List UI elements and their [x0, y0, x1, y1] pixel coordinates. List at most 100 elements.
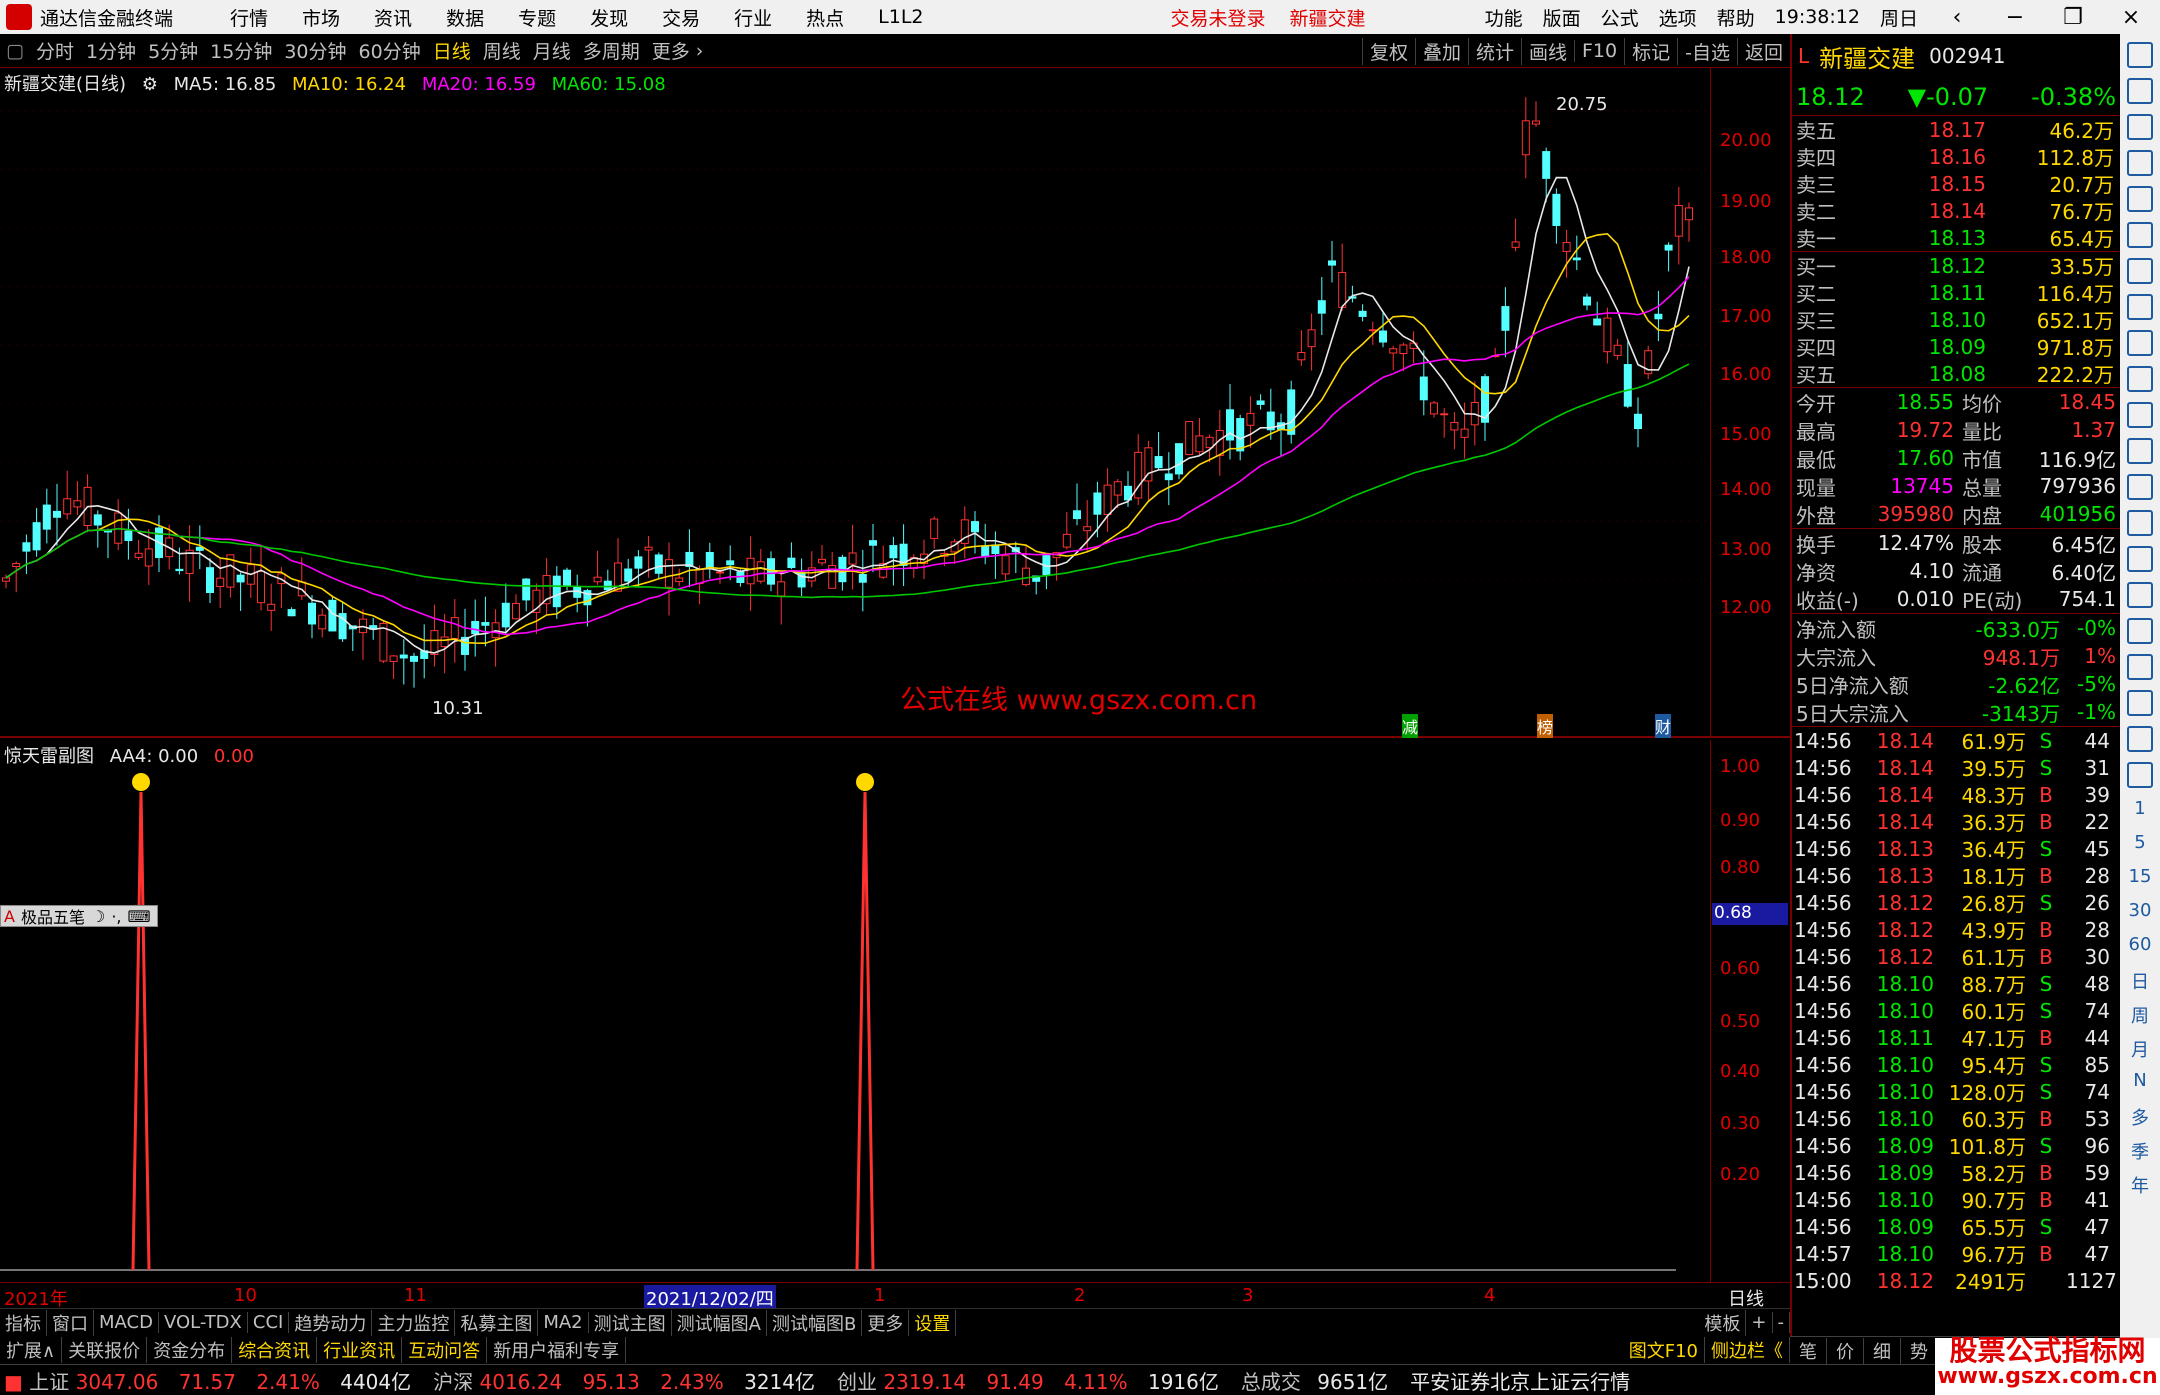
period-tab-daily[interactable]: 日线: [433, 37, 471, 64]
strip-week[interactable]: 周: [2120, 1002, 2160, 1036]
tab-ticks[interactable]: 笔: [1790, 1337, 1827, 1364]
keyboard-icon[interactable]: ⌨: [124, 907, 153, 926]
tab-window[interactable]: 窗口: [47, 1309, 94, 1336]
tick-row[interactable]: 14:56 18.12 26.8万 S 26: [1792, 889, 2120, 917]
move-icon[interactable]: [2127, 654, 2153, 680]
period-tab-weekly[interactable]: 周线: [483, 37, 521, 64]
tool-back[interactable]: 返回: [1736, 37, 1790, 65]
tab-template[interactable]: 模板: [1699, 1309, 1747, 1336]
strip-season[interactable]: 季: [2120, 1138, 2160, 1172]
menu-item-formula[interactable]: 公式: [1601, 4, 1639, 31]
period-tab-1min[interactable]: 1分钟: [86, 37, 136, 64]
target-icon[interactable]: [2127, 510, 2153, 536]
zoom-in-button[interactable]: +: [1746, 1312, 1773, 1333]
tab-test-sub-a[interactable]: 测试幅图A: [672, 1309, 767, 1336]
tool-remove-watchlist[interactable]: -自选: [1677, 37, 1737, 65]
tab-price[interactable]: 价: [1827, 1337, 1864, 1364]
tool-mark[interactable]: 标记: [1624, 37, 1677, 65]
period-tab-5min[interactable]: 5分钟: [148, 37, 198, 64]
tab-qa[interactable]: 互动问答: [402, 1337, 488, 1363]
tab-detail[interactable]: 细: [1864, 1337, 1901, 1364]
f2-icon[interactable]: [2127, 438, 2153, 464]
tab-trend[interactable]: 势: [1901, 1337, 1938, 1364]
tick-row[interactable]: 14:56 18.09 101.8万 S 96: [1792, 1132, 2120, 1160]
ask-row[interactable]: 卖一 18.13 65.4万: [1792, 224, 2120, 252]
menu-item-industry[interactable]: 行业: [734, 4, 772, 31]
tick-row[interactable]: 14:56 18.12 61.1万 B 30: [1792, 943, 2120, 971]
strip-15[interactable]: 15: [2120, 866, 2160, 900]
indicator-subchart[interactable]: 惊天雷副图 AA4: 0.00 0.00 1.00 0.90 0.80 0.60…: [0, 740, 1790, 1308]
tool-stats[interactable]: 统计: [1467, 37, 1521, 65]
index-item-cy[interactable]: 创业 2319.14 91.49 4.11% 1916亿: [837, 1366, 1219, 1395]
ask-row[interactable]: 卖三 18.15 20.7万: [1792, 170, 2120, 198]
server-name[interactable]: 平安证券北京上证云行情: [1410, 1366, 1630, 1395]
menu-item-function[interactable]: 功能: [1485, 4, 1523, 31]
menu-item-options[interactable]: 选项: [1659, 4, 1697, 31]
table-icon[interactable]: [2127, 186, 2153, 212]
tab-test-sub-b[interactable]: 测试幅图B: [767, 1309, 863, 1336]
trade-login-status[interactable]: 交易未登录: [1171, 4, 1266, 31]
chevron-right-icon[interactable]: ›: [696, 40, 704, 62]
rsi-icon[interactable]: [2127, 582, 2153, 608]
bid-row[interactable]: 买五 18.08 222.2万: [1792, 360, 2120, 388]
menu-item-l1l2[interactable]: L1L2: [878, 6, 923, 28]
strip-multi[interactable]: 多: [2120, 1104, 2160, 1138]
menu-item-help[interactable]: 帮助: [1717, 4, 1755, 31]
f5-icon[interactable]: [2127, 726, 2153, 752]
zoom-out-button[interactable]: -: [1773, 1312, 1790, 1333]
tick-row[interactable]: 14:56 18.12 43.9万 B 28: [1792, 916, 2120, 944]
tab-ma2[interactable]: MA2: [538, 1312, 589, 1333]
menu-item-discover[interactable]: 发现: [590, 4, 628, 31]
strip-30[interactable]: 30: [2120, 900, 2160, 934]
marker-ranking[interactable]: 榜: [1537, 714, 1554, 738]
minimize-icon[interactable]: −: [1996, 5, 2034, 30]
tool-adjust[interactable]: 复权: [1361, 37, 1415, 65]
strip-n[interactable]: N: [2120, 1070, 2160, 1104]
fin-icon[interactable]: [2127, 330, 2153, 356]
kline-plot[interactable]: [0, 68, 1710, 738]
trend-icon[interactable]: [2127, 222, 2153, 248]
period-tab-intraday[interactable]: 分时: [36, 37, 74, 64]
tick-row[interactable]: 14:56 18.10 95.4万 S 85: [1792, 1051, 2120, 1079]
pencil-icon[interactable]: [2127, 690, 2153, 716]
strip-year[interactable]: 年: [2120, 1172, 2160, 1206]
close-icon[interactable]: ×: [2112, 5, 2150, 30]
strip-60[interactable]: 60: [2120, 934, 2160, 968]
strip-month[interactable]: 月: [2120, 1036, 2160, 1070]
back-icon[interactable]: ‹: [1938, 5, 1976, 30]
kline-chart[interactable]: 新疆交建(日线) ⚙ MA5: 16.85 MA10: 16.24 MA20: …: [0, 68, 1790, 738]
index-item-hs[interactable]: 沪深 4016.24 95.13 2.43% 3214亿: [433, 1366, 815, 1395]
tick-row[interactable]: 15:00 18.12 2491万 1127: [1792, 1267, 2120, 1295]
alert-icon[interactable]: [2127, 618, 2153, 644]
tab-indicator[interactable]: 指标: [0, 1309, 47, 1336]
chart-icon[interactable]: [2127, 150, 2153, 176]
tick-row[interactable]: 14:57 18.10 96.7万 B 47: [1792, 1240, 2120, 1268]
tool-draw[interactable]: 画线: [1520, 37, 1574, 65]
ime-toolbar[interactable]: A 极品五笔 ☽ ·, ⌨: [0, 905, 158, 927]
moon-icon[interactable]: ☽: [88, 907, 108, 926]
tab-industry-news[interactable]: 行业资讯: [317, 1337, 403, 1363]
menu-item-hot[interactable]: 热点: [806, 4, 844, 31]
ask-row[interactable]: 卖五 18.17 46.2万: [1792, 116, 2120, 144]
link-icon[interactable]: [2127, 474, 2153, 500]
grid-icon[interactable]: [2127, 402, 2153, 428]
menu-item-quotes[interactable]: 行情: [230, 4, 268, 31]
marker-reduce[interactable]: 减: [1402, 714, 1419, 738]
strip-day[interactable]: 日: [2120, 968, 2160, 1002]
tick-list[interactable]: 14:56 18.14 61.9万 S 44 14:56 18.14 39.5万 S 31 14:5…: [1792, 727, 2120, 1295]
period-tab-multi[interactable]: 多周期: [583, 37, 640, 64]
bid-row[interactable]: 买一 18.12 33.5万: [1792, 252, 2120, 280]
tick-row[interactable]: 14:56 18.09 65.5万 S 47: [1792, 1213, 2120, 1241]
restore-icon[interactable]: ❐: [2054, 5, 2092, 30]
tab-test-main[interactable]: 测试主图: [589, 1309, 672, 1336]
tab-private-main[interactable]: 私募主图: [455, 1309, 539, 1336]
ask-row[interactable]: 卖四 18.16 112.8万: [1792, 143, 2120, 171]
punct-icon[interactable]: ·,: [108, 907, 124, 926]
toggle-icon[interactable]: ▢: [6, 40, 24, 62]
period-tab-monthly[interactable]: 月线: [533, 37, 571, 64]
tab-fund-distribution[interactable]: 资金分布: [147, 1337, 233, 1363]
list-icon[interactable]: [2127, 294, 2153, 320]
tab-main-monitor[interactable]: 主力监控: [372, 1309, 456, 1336]
tick-row[interactable]: 14:56 18.14 48.3万 B 39: [1792, 781, 2120, 809]
tick-row[interactable]: 14:56 18.11 47.1万 B 44: [1792, 1024, 2120, 1052]
